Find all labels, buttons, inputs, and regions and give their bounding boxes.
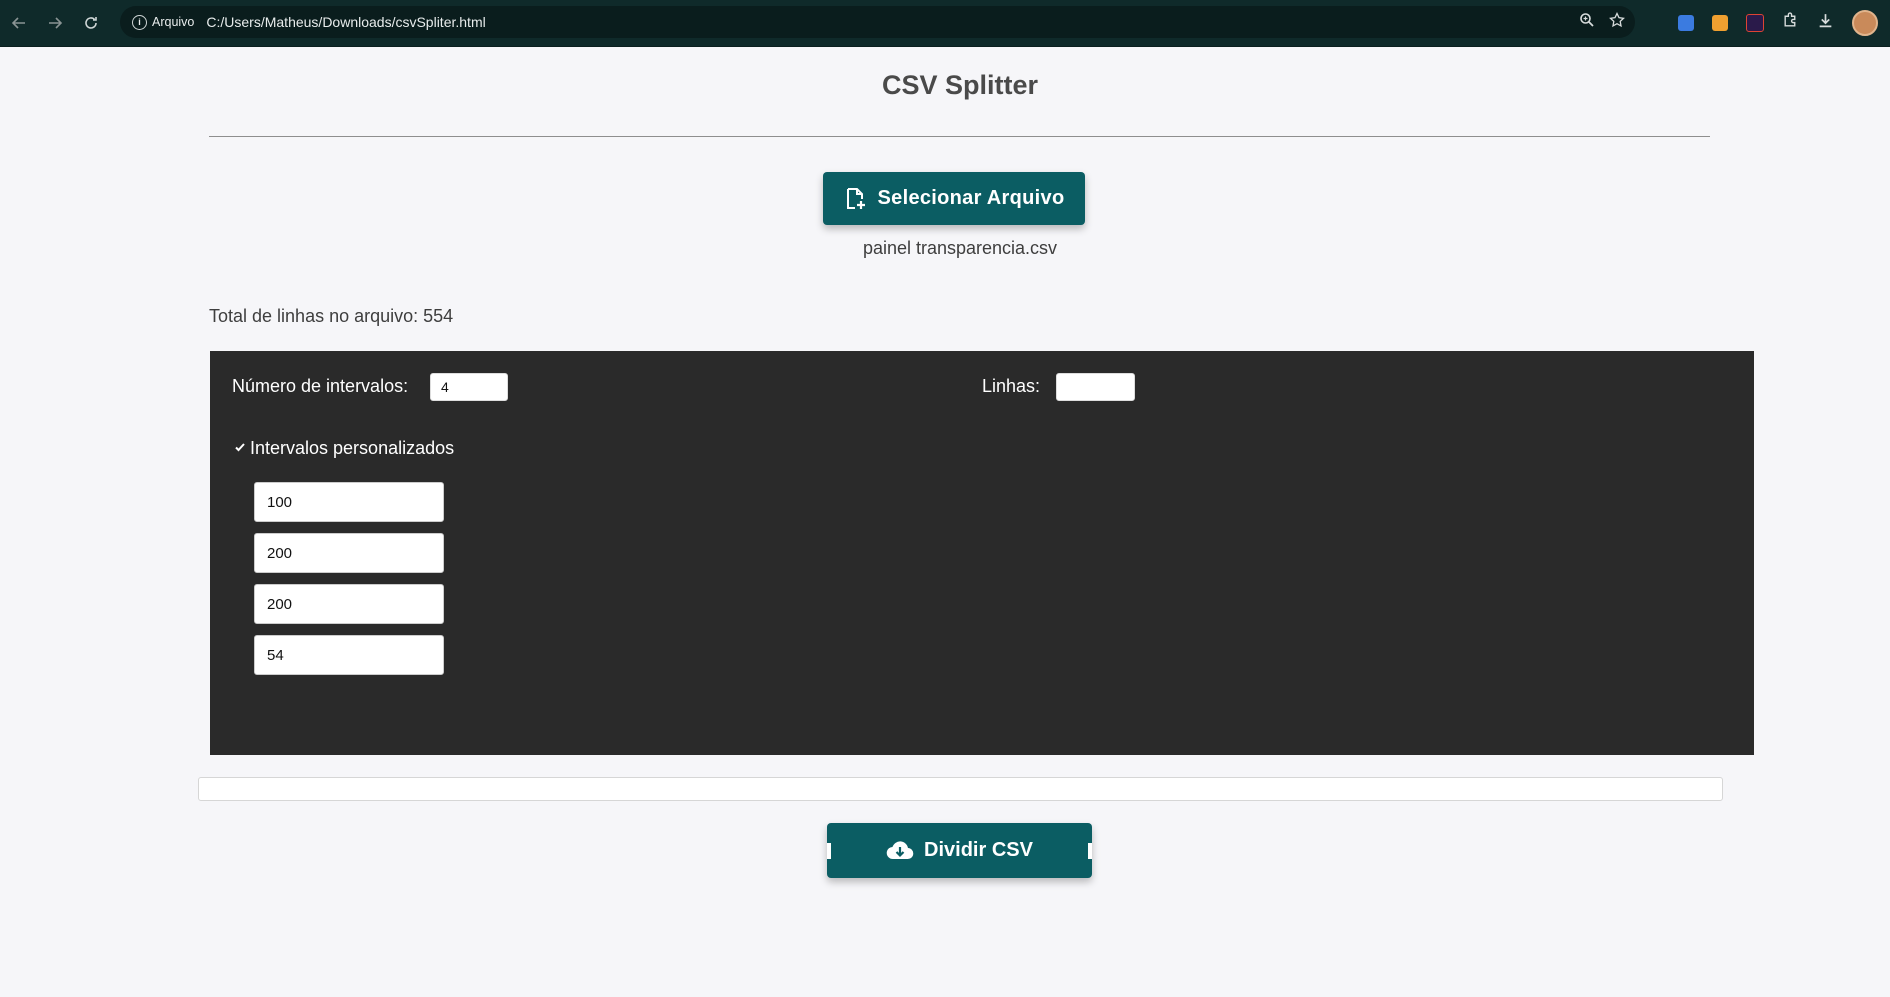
profile-avatar[interactable] [1852,10,1878,36]
split-csv-label: Dividir CSV [924,839,1033,861]
extension-icon-1[interactable] [1678,15,1694,31]
extension-icon-2[interactable] [1712,15,1728,31]
interval-input-3[interactable] [254,584,444,624]
zoom-icon[interactable] [1579,12,1595,33]
site-info-chip[interactable]: i Arquivo [130,12,202,33]
reload-icon[interactable] [74,6,108,40]
total-lines-text: Total de linhas no arquivo: 554 [209,306,454,326]
back-icon[interactable] [2,6,36,40]
custom-intervals-label: Intervalos personalizados [250,438,455,458]
file-add-icon [846,187,865,209]
forward-icon[interactable] [38,6,72,40]
progress-bar [198,777,1723,801]
intervals-count-input[interactable] [430,373,508,401]
download-icon[interactable] [1817,12,1834,34]
interval-input-4[interactable] [254,635,444,675]
select-file-button[interactable]: Selecionar Arquivo [823,172,1085,225]
browser-toolbar: i Arquivo C:/Users/Matheus/Downloads/csv… [0,0,1890,47]
extensions-icon[interactable] [1782,12,1799,34]
star-icon[interactable] [1609,11,1625,33]
url-text[interactable]: C:/Users/Matheus/Downloads/csvSpliter.ht… [206,14,485,30]
page-title: CSV Splitter [881,70,1039,100]
cloud-download-icon [886,840,914,859]
title-divider [209,136,1710,137]
split-csv-button[interactable]: Dividir CSV [827,823,1092,878]
info-icon: i [132,14,147,30]
address-bar[interactable]: i Arquivo C:/Users/Matheus/Downloads/csv… [120,6,1635,38]
site-label: Arquivo [152,15,195,29]
settings-panel: Número de intervalos: Linhas: Intervalos… [210,351,1754,755]
intervals-count-label: Número de intervalos: [232,376,409,396]
interval-input-2[interactable] [254,533,444,573]
select-file-label: Selecionar Arquivo [877,187,1065,209]
lines-input[interactable] [1056,373,1135,401]
page-title-wrap: CSV Splitter [0,70,1890,101]
lines-label: Linhas: [982,376,1041,396]
custom-intervals-checkbox[interactable] [232,439,248,455]
extension-icon-3[interactable] [1746,14,1764,32]
check-icon [235,443,245,452]
selected-filename: painel transparencia.csv [862,238,1058,258]
interval-input-1[interactable] [254,482,444,522]
